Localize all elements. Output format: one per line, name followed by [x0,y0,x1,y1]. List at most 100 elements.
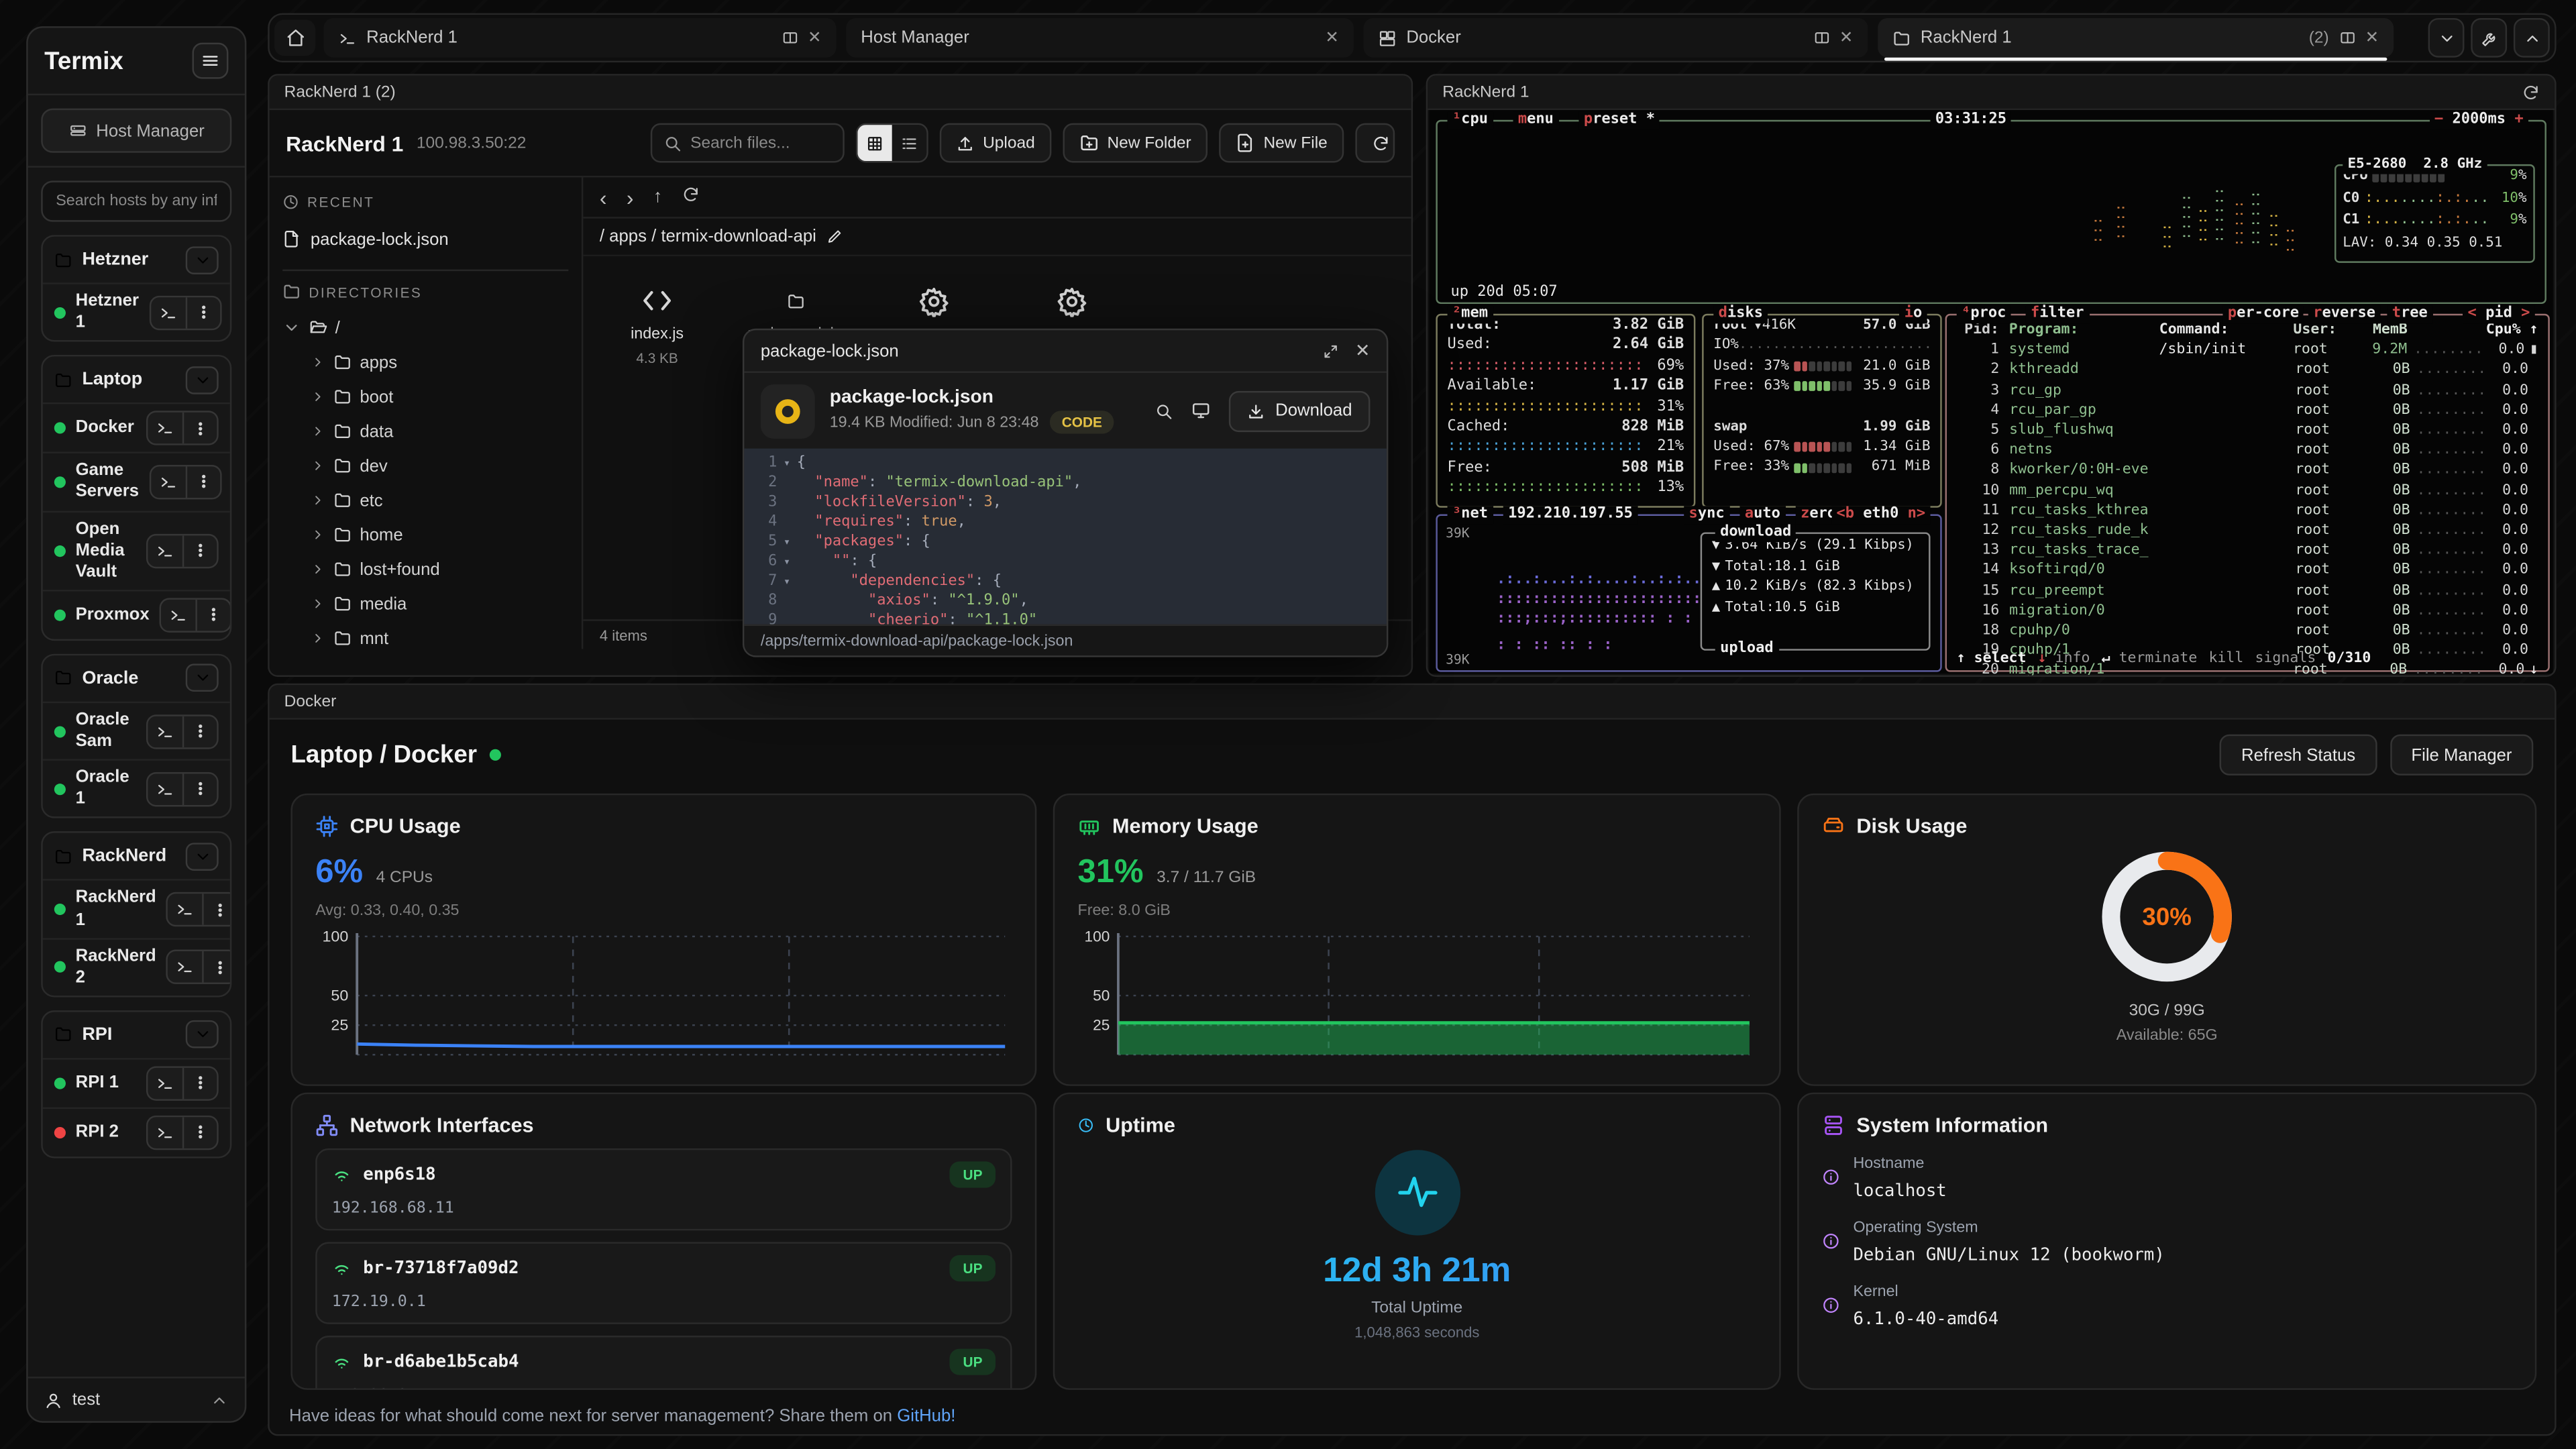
host-manager-button[interactable]: Host Manager [41,109,231,153]
tree-dir-lost+found[interactable]: lost+found [282,552,568,586]
tree-dir-media[interactable]: media [282,586,568,621]
file-manager-button[interactable]: File Manager [2390,735,2534,775]
nav-refresh-button[interactable] [682,182,700,212]
breadcrumb[interactable]: / apps / termix-download-api [583,219,1411,256]
open-terminal-button[interactable] [168,952,202,983]
group-collapse-button[interactable] [186,366,219,394]
open-terminal-button[interactable] [168,894,202,925]
tab-racknerd-1[interactable]: RackNerd 1(2)✕ [1878,18,2394,58]
new-folder-button[interactable]: New Folder [1063,123,1208,163]
host-item[interactable]: Docker [43,403,230,452]
group-header[interactable]: RPI [43,1012,230,1058]
close-tab-button[interactable]: ✕ [1325,29,1339,47]
recent-file-item[interactable]: package-lock.json [282,220,568,258]
terminal-screen[interactable]: ¹cpumenupreset *03:31:25− 2000ms +::::::… [1430,110,2553,674]
close-tab-button[interactable]: ✕ [2365,29,2379,47]
tree-dir-apps[interactable]: apps [282,345,568,379]
tree-dir-boot[interactable]: boot [282,380,568,414]
host-menu-button[interactable] [195,600,229,631]
group-header[interactable]: Laptop [43,357,230,403]
open-terminal-button[interactable] [150,466,184,498]
split-view-icon[interactable] [782,30,798,46]
download-button[interactable]: Download [1230,390,1371,431]
host-item[interactable]: RPI 1 [43,1058,230,1107]
open-in-viewer-icon[interactable] [1191,401,1211,421]
open-terminal-button[interactable] [148,535,182,567]
modal-close-button[interactable]: ✕ [1355,340,1371,362]
grid-view-button[interactable] [858,125,892,161]
tree-dir-data[interactable]: data [282,414,568,448]
close-tab-button[interactable]: ✕ [808,29,822,47]
host-item[interactable]: Oracle 1 [43,759,230,817]
refresh-button[interactable] [1355,123,1395,163]
open-terminal-button[interactable] [148,716,182,747]
sidebar-footer[interactable]: test [28,1377,245,1421]
panel-collapse-button[interactable] [2428,18,2465,58]
host-item[interactable]: RackNerd 1 [43,879,230,937]
file-search-input[interactable] [690,134,822,152]
tree-dir-etc[interactable]: etc [282,483,568,517]
file-tile[interactable] [885,279,981,327]
nav-up-button[interactable]: ↑ [653,187,662,207]
code-viewer[interactable]: 1▾{2 "name": "termix-download-api",3 "lo… [744,449,1387,625]
group-collapse-button[interactable] [186,664,219,692]
expand-icon[interactable] [1322,343,1338,359]
search-in-file-icon[interactable] [1155,402,1173,420]
host-menu-button[interactable] [182,716,217,747]
tree-dir-mnt[interactable]: mnt [282,621,568,649]
sidebar-collapse-button[interactable] [193,43,229,79]
host-menu-button[interactable] [185,297,219,328]
group-collapse-button[interactable] [186,246,219,274]
host-menu-button[interactable] [202,952,231,983]
group-header[interactable]: Oracle [43,655,230,702]
tab-host-manager[interactable]: Host Manager✕ [846,18,1354,58]
group-header[interactable]: Hetzner [43,237,230,283]
host-item[interactable]: Open Media Vault [43,510,230,589]
panel-expand-button[interactable] [2514,18,2550,58]
close-tab-button[interactable]: ✕ [1839,29,1854,47]
open-terminal-button[interactable] [148,1068,182,1099]
nav-back-button[interactable]: ‹ [600,185,607,210]
open-terminal-button[interactable] [148,413,182,444]
edit-path-icon[interactable] [826,228,843,244]
host-menu-button[interactable] [182,1068,217,1099]
home-button[interactable] [274,19,315,56]
tab-racknerd-1[interactable]: RackNerd 1✕ [323,18,836,58]
upload-button[interactable]: Upload [940,123,1051,163]
tree-dir-dev[interactable]: dev [282,449,568,483]
host-menu-button[interactable] [182,535,217,567]
group-header[interactable]: RackNerd [43,834,230,880]
list-view-button[interactable] [892,125,926,161]
nav-forward-button[interactable]: › [627,185,634,210]
host-menu-button[interactable] [182,413,217,444]
host-menu-button[interactable] [182,1117,217,1148]
refresh-status-button[interactable]: Refresh Status [2220,735,2377,775]
open-terminal-button[interactable] [148,1117,182,1148]
host-item[interactable]: Proxmox [43,590,230,639]
group-collapse-button[interactable] [186,1021,219,1049]
file-search[interactable] [651,123,845,163]
group-collapse-button[interactable] [186,843,219,871]
terminal-sync-button[interactable] [2522,83,2540,101]
split-view-icon[interactable] [2339,30,2355,46]
host-search-input[interactable] [41,180,231,221]
host-menu-button[interactable] [202,894,231,925]
new-file-button[interactable]: New File [1219,123,1344,163]
tree-dir-home[interactable]: home [282,517,568,551]
host-item[interactable]: Hetzner 1 [43,282,230,340]
host-item[interactable]: RPI 2 [43,1107,230,1156]
file-tile-index.js[interactable]: index.js4.3 KB [610,279,705,366]
github-link[interactable]: GitHub! [897,1406,955,1426]
open-terminal-button[interactable] [148,773,182,805]
host-menu-button[interactable] [185,466,219,498]
file-tile[interactable] [1024,279,1119,327]
host-item[interactable]: Game Servers [43,452,230,510]
open-terminal-button[interactable] [150,297,184,328]
tools-button[interactable] [2471,18,2507,58]
split-view-icon[interactable] [1813,30,1829,46]
host-menu-button[interactable] [182,773,217,805]
tab-docker[interactable]: Docker✕ [1364,18,1868,58]
tree-root[interactable]: / [282,311,568,345]
open-terminal-button[interactable] [161,600,195,631]
host-item[interactable]: RackNerd 2 [43,937,230,995]
